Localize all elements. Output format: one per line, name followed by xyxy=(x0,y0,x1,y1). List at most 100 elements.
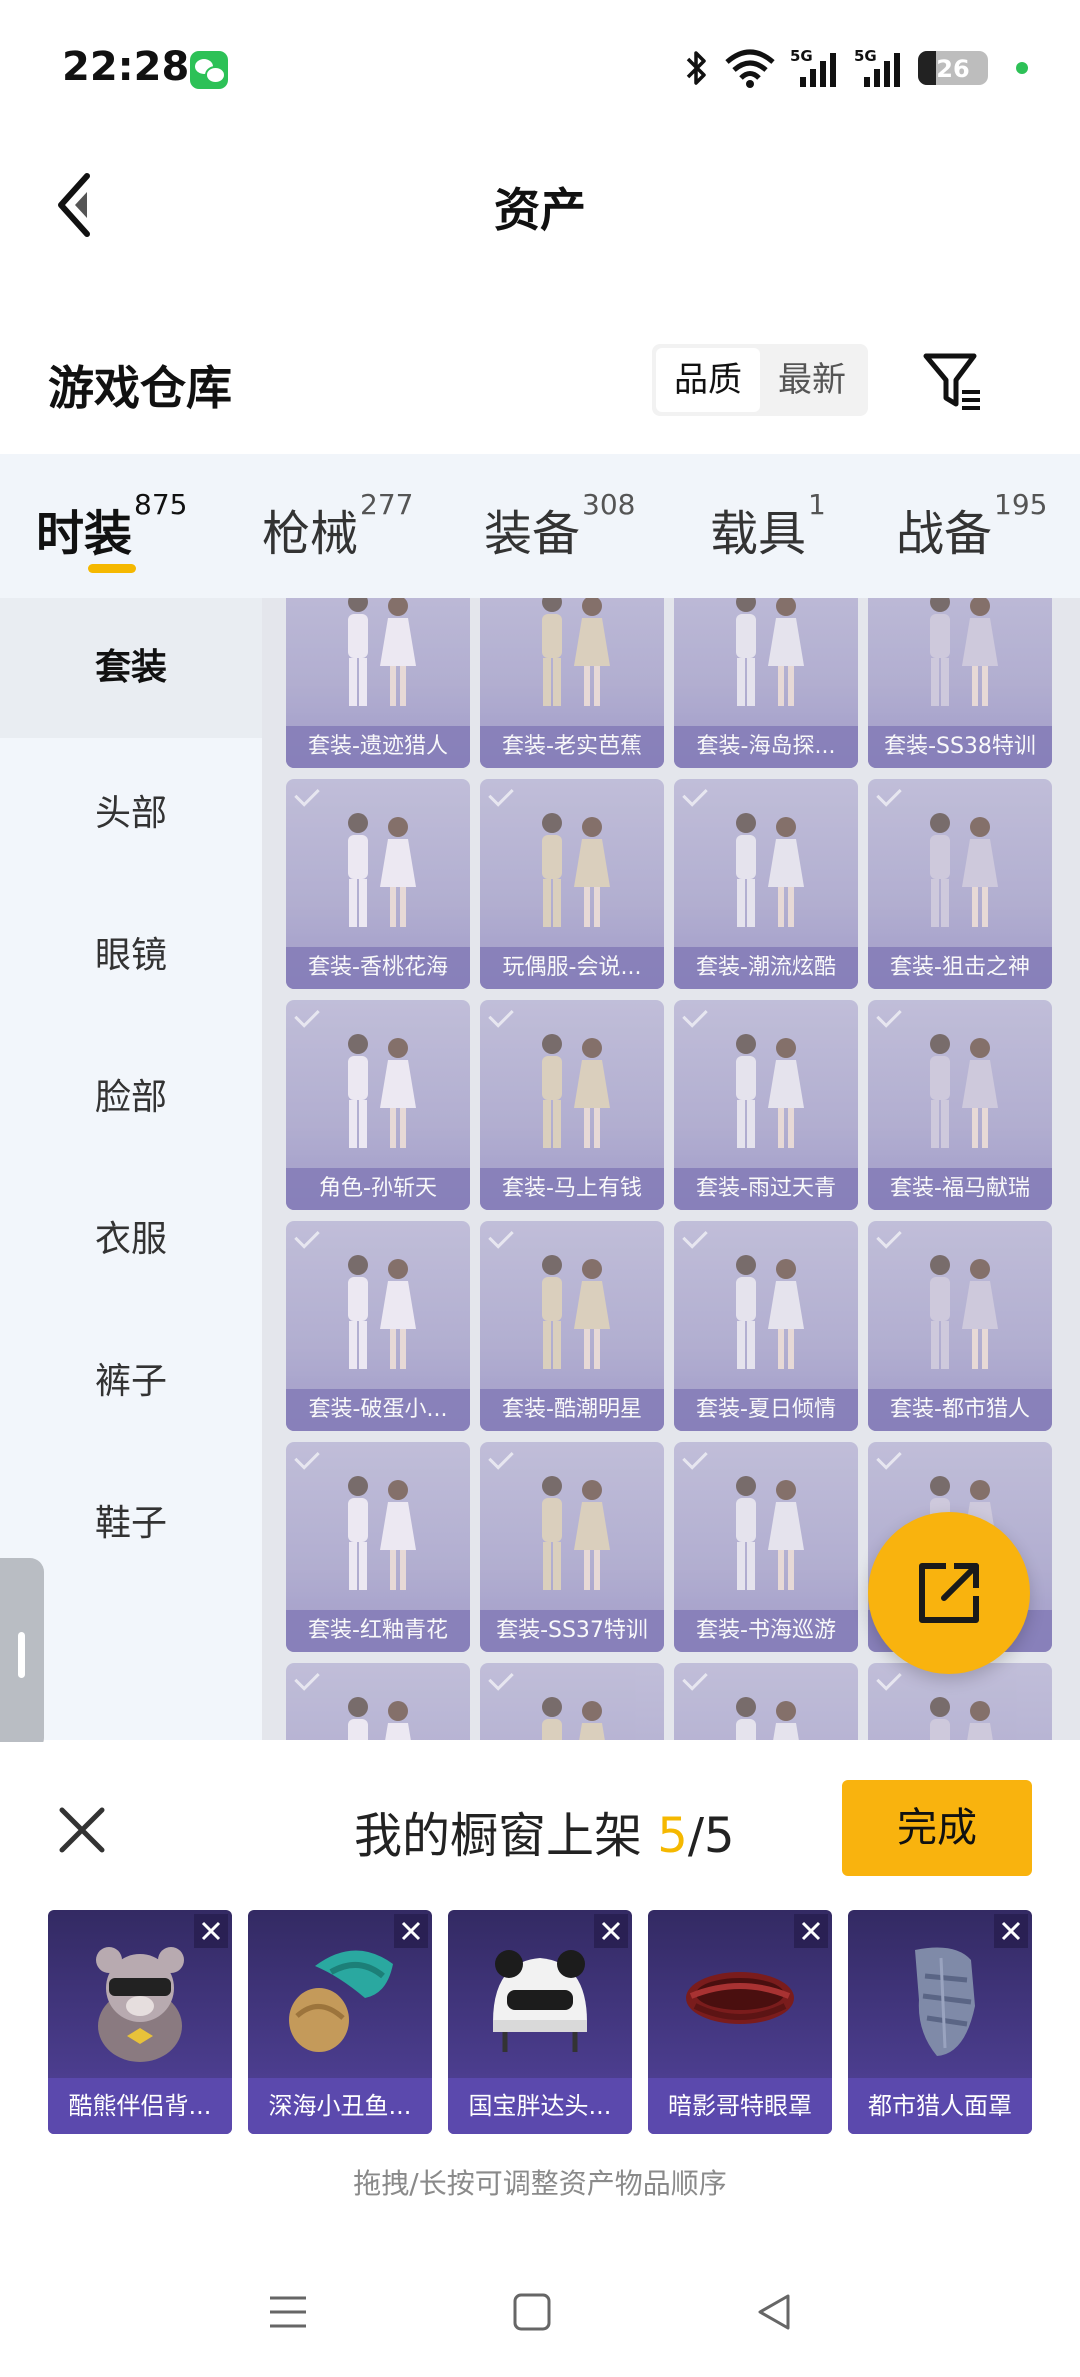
tab-label: 装备 xyxy=(484,506,581,562)
filter-icon xyxy=(923,353,980,410)
asset-card[interactable]: 套装-夏日倾情 xyxy=(674,1221,858,1431)
sidebar-item-head[interactable]: 头部 xyxy=(0,744,262,884)
asset-card[interactable]: 套装-雨过天青 xyxy=(674,1000,858,1210)
asset-card-name: 玩偶服-会说... xyxy=(480,947,664,989)
outfit-figure-icon xyxy=(930,813,998,927)
asset-card-name: 套装-SS37特训 xyxy=(480,1610,664,1652)
asset-card[interactable] xyxy=(480,1663,664,1740)
asset-card-name: 套装-SS38特训 xyxy=(868,726,1052,768)
asset-card[interactable]: 套装-SS38特训 xyxy=(868,598,1052,768)
outfit-figure-icon xyxy=(736,813,804,927)
tab-fashion[interactable]: 时装875 xyxy=(36,488,187,564)
asset-card[interactable]: 套装-遗迹猎人 xyxy=(286,598,470,768)
check-icon xyxy=(876,1002,902,1028)
status-icons: 5G 5G 26 xyxy=(684,46,1028,90)
back-triangle-icon[interactable] xyxy=(752,2290,796,2334)
bluetooth-icon xyxy=(686,51,706,85)
asset-card[interactable]: 套装-书海巡游 xyxy=(674,1442,858,1652)
showcase-slot[interactable]: 暗影哥特眼罩 xyxy=(648,1910,832,2134)
sidebar-item-pants[interactable]: 裤子 xyxy=(0,1312,262,1452)
status-bar: 22:28 5G 5G 26 xyxy=(0,0,1080,120)
outfit-figure-icon xyxy=(348,813,416,927)
eye-mask-icon xyxy=(686,1972,794,2024)
asset-card[interactable]: 套装-破蛋小... xyxy=(286,1221,470,1431)
tab-label: 时装 xyxy=(36,506,133,562)
showcase-item-name: 深海小丑鱼... xyxy=(248,2078,432,2134)
outfit-figure-icon xyxy=(348,1476,416,1590)
home-square-icon[interactable] xyxy=(510,2290,554,2334)
asset-card[interactable]: 套装-福马献瑞 xyxy=(868,1000,1052,1210)
asset-card[interactable]: 套装-酷潮明星 xyxy=(480,1221,664,1431)
outfit-figure-icon xyxy=(736,1697,799,1740)
tab-equipment[interactable]: 装备308 xyxy=(484,488,635,564)
outfit-figure-icon xyxy=(542,813,610,927)
showcase-slot[interactable]: 深海小丑鱼... xyxy=(248,1910,432,2134)
asset-card[interactable]: 套装-老实芭蕉 xyxy=(480,598,664,768)
asset-card[interactable]: 套装-红釉青花 xyxy=(286,1442,470,1652)
asset-card[interactable]: 套装-都市猎人 xyxy=(868,1221,1052,1431)
sort-option-latest[interactable]: 最新 xyxy=(760,348,864,412)
tab-supplies[interactable]: 战备195 xyxy=(896,488,1047,564)
share-out-icon xyxy=(919,1563,979,1623)
tab-label: 战备 xyxy=(896,506,993,562)
sort-toggle: 品质 最新 xyxy=(652,344,868,416)
signal-5g-icon: 5G xyxy=(854,47,900,87)
sidebar-item-clothes[interactable]: 衣服 xyxy=(0,1170,262,1310)
tab-guns[interactable]: 枪械277 xyxy=(262,488,413,564)
sidebar-item-face[interactable]: 脸部 xyxy=(0,1028,262,1168)
asset-card[interactable]: 套装-马上有钱 xyxy=(480,1000,664,1210)
showcase-item-name: 国宝胖达头... xyxy=(448,2078,632,2134)
page-title: 资产 xyxy=(494,183,586,237)
tab-count: 195 xyxy=(994,488,1048,521)
outfit-figure-icon xyxy=(348,598,416,706)
outfit-figure-icon xyxy=(930,1255,998,1369)
face-mask-icon xyxy=(915,1947,975,2056)
showcase-item-name: 暗影哥特眼罩 xyxy=(648,2078,832,2134)
side-drawer-handle[interactable] xyxy=(0,1558,44,1752)
showcase-slot[interactable]: 国宝胖达头... xyxy=(448,1910,632,2134)
share-button[interactable] xyxy=(868,1512,1030,1674)
close-icon xyxy=(59,1807,105,1853)
bear-backpack-icon xyxy=(96,1947,184,2062)
done-button[interactable]: 完成 xyxy=(842,1780,1032,1876)
tab-count: 875 xyxy=(134,488,188,521)
tab-count: 308 xyxy=(582,488,636,521)
check-icon xyxy=(682,1665,708,1691)
asset-card[interactable]: 套装-海岛探... xyxy=(674,598,858,768)
filter-button[interactable] xyxy=(918,346,988,416)
section-title: 游戏仓库 xyxy=(48,361,232,415)
showcase-slot[interactable]: 都市猎人面罩 xyxy=(848,1910,1032,2134)
asset-card-name: 套装-酷潮明星 xyxy=(480,1389,664,1431)
asset-card[interactable]: 套装-SS37特训 xyxy=(480,1442,664,1652)
tab-vehicles[interactable]: 载具1 xyxy=(710,488,826,564)
svg-text:5G: 5G xyxy=(790,47,813,65)
tab-label: 枪械 xyxy=(262,506,359,562)
asset-card[interactable]: 套装-狙击之神 xyxy=(868,779,1052,989)
check-icon xyxy=(294,1223,320,1249)
check-icon xyxy=(876,1444,902,1470)
asset-card[interactable]: 角色-孙斩天 xyxy=(286,1000,470,1210)
header: 资产 xyxy=(0,150,1080,260)
showcase-slot[interactable]: 酷熊伴侣背... xyxy=(48,1910,232,2134)
asset-card-name: 套装-红釉青花 xyxy=(286,1610,470,1652)
close-button[interactable] xyxy=(52,1800,112,1860)
showcase-current-count: 5 xyxy=(657,1808,688,1864)
tab-count: 277 xyxy=(360,488,414,521)
asset-card-name: 套装-雨过天青 xyxy=(674,1168,858,1210)
check-icon xyxy=(294,1665,320,1691)
sidebar-item-outfits[interactable]: 套装 xyxy=(0,598,262,738)
asset-card-name: 套装-夏日倾情 xyxy=(674,1389,858,1431)
asset-card[interactable]: 套装-香桃花海 xyxy=(286,779,470,989)
category-tabs: 时装875 枪械277 装备308 载具1 战备195 xyxy=(0,454,1080,598)
asset-card[interactable]: 套装-潮流炫酷 xyxy=(674,779,858,989)
asset-card[interactable] xyxy=(674,1663,858,1740)
showcase-title-text: 我的橱窗上架 xyxy=(354,1808,658,1864)
asset-card[interactable] xyxy=(286,1663,470,1740)
menu-icon[interactable] xyxy=(266,2290,310,2334)
outfit-figure-icon xyxy=(736,1255,804,1369)
battery-level: 26 xyxy=(936,55,970,83)
sort-option-quality[interactable]: 品质 xyxy=(656,348,760,412)
asset-card[interactable]: 玩偶服-会说... xyxy=(480,779,664,989)
sidebar-item-glasses[interactable]: 眼镜 xyxy=(0,886,262,1026)
asset-card[interactable] xyxy=(868,1663,1052,1740)
